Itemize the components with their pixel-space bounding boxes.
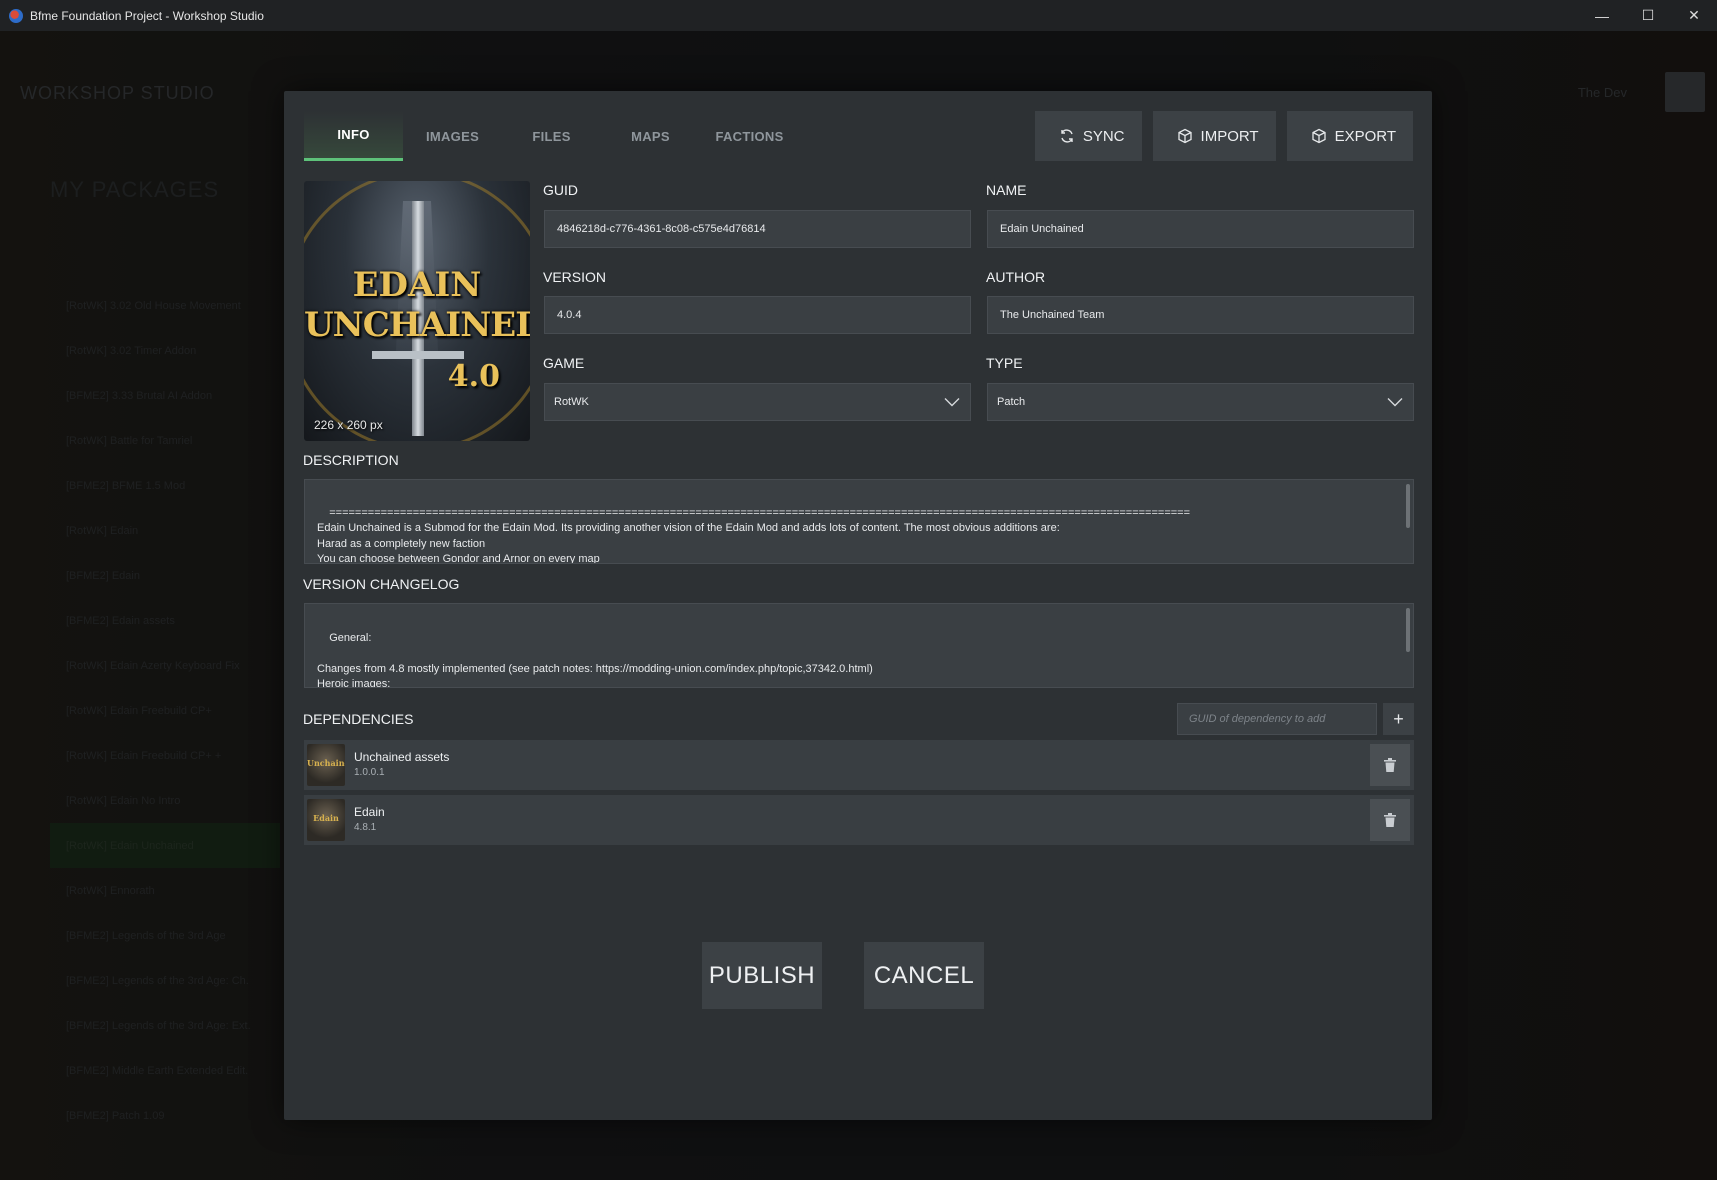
- author-label: AUTHOR: [986, 269, 1046, 285]
- publish-button[interactable]: PUBLISH: [702, 942, 822, 1009]
- sync-label: SYNC: [1082, 127, 1125, 145]
- thumbnail-logo-line2: UNCHAINED: [304, 305, 530, 345]
- package-export-icon: [1311, 128, 1326, 144]
- chevron-down-icon: [944, 398, 960, 407]
- dependency-version: 4.8.1: [354, 822, 377, 833]
- tab-maps[interactable]: MAPS: [601, 111, 700, 161]
- import-button[interactable]: IMPORT: [1152, 111, 1276, 161]
- tab-info[interactable]: INFO: [304, 111, 403, 161]
- delete-dependency-button[interactable]: [1370, 744, 1410, 786]
- export-label: EXPORT: [1334, 127, 1396, 145]
- sync-button[interactable]: SYNC: [1034, 111, 1142, 161]
- chevron-down-icon: [1387, 398, 1403, 407]
- import-label: IMPORT: [1200, 127, 1259, 145]
- cancel-button[interactable]: CANCEL: [864, 942, 984, 1009]
- app-icon: [9, 8, 23, 23]
- trash-icon: [1384, 813, 1396, 827]
- description-label: DESCRIPTION: [303, 452, 399, 468]
- dependency-row: Edain Edain 4.8.1: [304, 795, 1414, 845]
- close-window-button[interactable]: ✕: [1671, 0, 1717, 31]
- tab-files[interactable]: FILES: [502, 111, 601, 161]
- description-scrollbar[interactable]: [1406, 484, 1410, 528]
- game-label: GAME: [543, 355, 585, 371]
- dependency-version: 1.0.0.1: [354, 767, 385, 778]
- game-select[interactable]: RotWK: [544, 383, 971, 421]
- guid-label: GUID: [543, 182, 578, 198]
- dialog-tabs: INFO IMAGES FILES MAPS FACTIONS: [304, 111, 799, 161]
- author-field[interactable]: The Unchained Team: [987, 296, 1414, 334]
- trash-icon: [1384, 758, 1396, 772]
- minimize-button[interactable]: —: [1579, 0, 1625, 31]
- tab-images[interactable]: IMAGES: [403, 111, 502, 161]
- dependency-name: Edain: [354, 805, 385, 819]
- dialog-actions: SYNC IMPORT EXPORT: [1034, 111, 1413, 161]
- package-edit-dialog: INFO IMAGES FILES MAPS FACTIONS SYNC IMP…: [284, 91, 1432, 1120]
- window-title: Bfme Foundation Project - Workshop Studi…: [30, 8, 264, 23]
- dependency-thumbnail: Edain: [307, 799, 345, 841]
- changelog-text: General: Changes from 4.8 mostly impleme…: [317, 631, 873, 688]
- changelog-textarea[interactable]: General: Changes from 4.8 mostly impleme…: [304, 603, 1414, 688]
- package-import-icon: [1177, 128, 1192, 144]
- version-field[interactable]: 4.0.4: [544, 296, 971, 334]
- dependency-name: Unchained assets: [354, 750, 450, 764]
- delete-dependency-button[interactable]: [1370, 799, 1410, 841]
- dependency-thumbnail: Unchained: [307, 744, 345, 786]
- sync-icon: [1061, 129, 1073, 143]
- window-controls: — ☐ ✕: [1579, 0, 1717, 31]
- type-select[interactable]: Patch: [987, 383, 1414, 421]
- dependency-row: Unchained Unchained assets 1.0.0.1: [304, 740, 1414, 790]
- game-select-value: RotWK: [554, 396, 589, 408]
- description-text: ========================================…: [317, 506, 1191, 564]
- maximize-button[interactable]: ☐: [1625, 0, 1671, 31]
- add-dependency-button[interactable]: +: [1383, 703, 1414, 735]
- thumbnail-logo-version: 4.0: [447, 359, 500, 394]
- tab-factions[interactable]: FACTIONS: [700, 111, 799, 161]
- name-label: NAME: [986, 182, 1027, 198]
- thumbnail-logo-line1: EDAIN: [352, 265, 482, 305]
- name-field[interactable]: Edain Unchained: [987, 210, 1414, 248]
- dependencies-label: DEPENDENCIES: [303, 711, 414, 727]
- package-thumbnail[interactable]: EDAIN UNCHAINED 4.0 226 x 260 px: [304, 181, 530, 441]
- export-button[interactable]: EXPORT: [1286, 111, 1413, 161]
- thumbnail-dimensions: 226 x 260 px: [314, 418, 383, 432]
- version-label: VERSION: [543, 269, 607, 285]
- dependency-guid-input[interactable]: GUID of dependency to add: [1177, 703, 1377, 735]
- type-label: TYPE: [986, 355, 1023, 371]
- type-select-value: Patch: [997, 396, 1026, 408]
- window-titlebar: Bfme Foundation Project - Workshop Studi…: [0, 0, 1717, 31]
- changelog-scrollbar[interactable]: [1406, 608, 1410, 652]
- description-textarea[interactable]: ========================================…: [304, 479, 1414, 564]
- guid-field[interactable]: 4846218d-c776-4361-8c08-c575e4d76814: [544, 210, 971, 248]
- changelog-label: VERSION CHANGELOG: [303, 576, 460, 592]
- sword-guard-decor: [372, 351, 464, 359]
